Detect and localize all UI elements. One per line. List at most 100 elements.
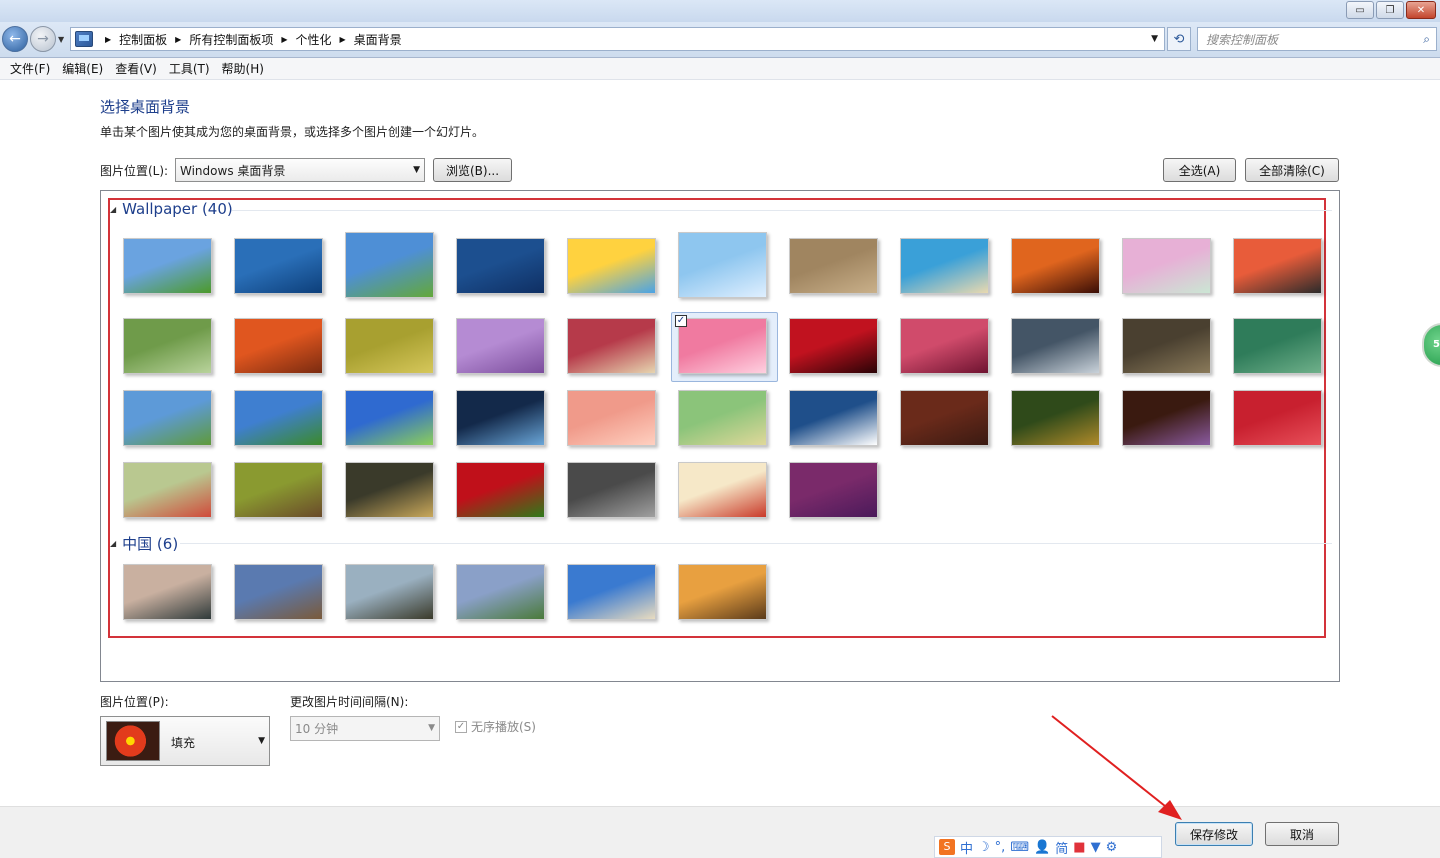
address-box[interactable]: ▶ 控制面板 ▶ 所有控制面板项 ▶ 个性化 ▶ 桌面背景 ▼ xyxy=(70,27,1165,51)
wallpaper-thumbnail[interactable] xyxy=(900,238,989,294)
interval-select[interactable]: 10 分钟 ▼ xyxy=(290,716,440,741)
wallpaper-thumbnail[interactable] xyxy=(123,390,212,446)
wallpaper-thumbnail[interactable] xyxy=(1122,238,1211,294)
floating-badge[interactable]: 56 xyxy=(1422,323,1440,367)
wallpaper-thumbnail[interactable] xyxy=(234,318,323,374)
forward-button[interactable]: → xyxy=(30,26,56,52)
wallpaper-thumbnail[interactable] xyxy=(234,390,323,446)
search-placeholder: 搜索控制面板 xyxy=(1206,32,1279,47)
wallpaper-thumbnail[interactable] xyxy=(1011,318,1100,374)
sogou-logo-icon[interactable]: S xyxy=(939,839,955,855)
wallpaper-thumbnail[interactable] xyxy=(456,462,545,518)
breadcrumb-item[interactable]: 所有控制面板项 xyxy=(189,31,273,48)
wallpaper-thumbnail[interactable] xyxy=(345,462,434,518)
wallpaper-thumbnail[interactable] xyxy=(345,564,434,620)
collapse-triangle-icon[interactable]: ◢ xyxy=(110,539,116,548)
wallpaper-thumbnail[interactable] xyxy=(123,462,212,518)
group-header-china[interactable]: ◢ 中国 (6) xyxy=(110,533,178,554)
wallpaper-thumbnail[interactable] xyxy=(345,232,434,298)
picture-location-select[interactable]: Windows 桌面背景 ▼ xyxy=(175,158,425,182)
wallpaper-thumbnail[interactable] xyxy=(678,564,767,620)
address-dropdown-icon[interactable]: ▼ xyxy=(1151,34,1158,44)
wallpaper-thumbnail[interactable] xyxy=(567,238,656,294)
shuffle-checkbox[interactable]: ✓ 无序播放(S) xyxy=(455,718,536,735)
wallpaper-thumbnail[interactable] xyxy=(1122,390,1211,446)
collapse-triangle-icon[interactable]: ◢ xyxy=(110,205,116,214)
wallpaper-thumbnail[interactable] xyxy=(1011,238,1100,294)
chevron-down-icon: ▼ xyxy=(413,165,420,175)
wallpaper-thumbnail[interactable] xyxy=(345,318,434,374)
search-icon[interactable]: ⌕ xyxy=(1423,32,1430,47)
recent-pages-dropdown-icon[interactable]: ▼ xyxy=(58,35,64,44)
group-title: Wallpaper (40) xyxy=(122,200,233,218)
wallpaper-thumbnail[interactable] xyxy=(456,238,545,294)
search-input[interactable]: 搜索控制面板 ⌕ xyxy=(1197,27,1437,51)
wallpaper-thumbnail[interactable] xyxy=(456,564,545,620)
select-all-button[interactable]: 全选(A) xyxy=(1163,158,1236,182)
picture-position-select[interactable]: 填充 ▼ xyxy=(100,716,270,766)
video-icon[interactable]: ■ xyxy=(1073,840,1085,855)
wallpaper-thumbnail[interactable] xyxy=(900,390,989,446)
wallpaper-thumbnail[interactable] xyxy=(567,390,656,446)
menu-tools[interactable]: 工具(T) xyxy=(163,60,216,77)
arrow-shaft xyxy=(1051,715,1171,811)
moon-icon[interactable]: ☽ xyxy=(978,840,990,855)
save-changes-button[interactable]: 保存修改 xyxy=(1175,822,1253,846)
wallpaper-thumbnail[interactable] xyxy=(345,390,434,446)
wallpaper-thumbnail[interactable] xyxy=(567,564,656,620)
clear-all-button[interactable]: 全部清除(C) xyxy=(1245,158,1339,182)
back-button[interactable]: ← xyxy=(2,26,28,52)
wallpaper-thumbnail[interactable] xyxy=(567,318,656,374)
wallpaper-thumbnail[interactable] xyxy=(789,390,878,446)
cancel-button[interactable]: 取消 xyxy=(1265,822,1339,846)
user-icon[interactable]: 👤 xyxy=(1034,840,1050,855)
thumbnail-checkbox[interactable]: ✓ xyxy=(675,315,687,327)
breadcrumb: ▶ 控制面板 ▶ 所有控制面板项 ▶ 个性化 ▶ 桌面背景 xyxy=(97,31,402,48)
wallpaper-thumbnail[interactable] xyxy=(1011,390,1100,446)
ime-simplified-toggle[interactable]: 简 xyxy=(1055,838,1068,857)
menu-file[interactable]: 文件(F) xyxy=(4,60,56,77)
wallpaper-thumbnail[interactable] xyxy=(900,318,989,374)
wallpaper-thumbnail[interactable] xyxy=(456,318,545,374)
wallpaper-thumbnail[interactable] xyxy=(789,238,878,294)
restore-button[interactable]: ❐ xyxy=(1376,1,1404,19)
keyboard-icon[interactable]: ⌨ xyxy=(1010,840,1029,855)
wallpaper-thumbnail[interactable] xyxy=(234,238,323,294)
refresh-button[interactable]: ⟲ xyxy=(1167,27,1191,51)
refresh-icon: ⟲ xyxy=(1173,31,1185,47)
breadcrumb-item[interactable]: 控制面板 xyxy=(119,31,167,48)
wallpaper-thumbnail[interactable] xyxy=(1233,390,1322,446)
wallpaper-thumbnail[interactable] xyxy=(123,238,212,294)
menu-view[interactable]: 查看(V) xyxy=(109,60,163,77)
gear-icon[interactable]: ⚙ xyxy=(1106,840,1118,855)
skin-shirt-icon[interactable]: ▼ xyxy=(1091,840,1101,855)
wallpaper-thumbnail[interactable] xyxy=(789,318,878,374)
menu-help[interactable]: 帮助(H) xyxy=(216,60,270,77)
wallpaper-thumbnail[interactable] xyxy=(789,462,878,518)
wallpaper-thumbnail[interactable] xyxy=(1233,238,1322,294)
breadcrumb-item[interactable]: 个性化 xyxy=(296,31,332,48)
wallpaper-thumbnail[interactable] xyxy=(234,462,323,518)
wallpaper-thumbnail[interactable] xyxy=(456,390,545,446)
menu-edit[interactable]: 编辑(E) xyxy=(56,60,109,77)
back-arrow-icon: ← xyxy=(9,31,21,47)
breadcrumb-separator-icon: ▶ xyxy=(175,34,182,44)
wallpaper-thumbnail[interactable] xyxy=(1122,318,1211,374)
ime-language-toggle[interactable]: 中 xyxy=(960,838,973,857)
wallpaper-thumbnail[interactable] xyxy=(123,564,212,620)
group-header-wallpaper[interactable]: ◢ Wallpaper (40) xyxy=(110,200,233,218)
wallpaper-thumbnail[interactable] xyxy=(678,390,767,446)
wallpaper-thumbnail[interactable] xyxy=(678,462,767,518)
punctuation-icon[interactable]: °, xyxy=(995,840,1006,855)
browse-button[interactable]: 浏览(B)... xyxy=(433,158,512,182)
wallpaper-thumbnail[interactable] xyxy=(567,462,656,518)
shuffle-label: 无序播放(S) xyxy=(471,720,536,734)
wallpaper-thumbnail[interactable] xyxy=(678,232,767,298)
wallpaper-thumbnail[interactable] xyxy=(1233,318,1322,374)
minimize-button[interactable]: ▭ xyxy=(1346,1,1374,19)
wallpaper-thumbnail[interactable] xyxy=(123,318,212,374)
wallpaper-thumbnail[interactable] xyxy=(234,564,323,620)
close-button[interactable]: ✕ xyxy=(1406,1,1436,19)
breadcrumb-item[interactable]: 桌面背景 xyxy=(354,31,402,48)
wallpaper-thumbnail[interactable] xyxy=(678,318,767,374)
